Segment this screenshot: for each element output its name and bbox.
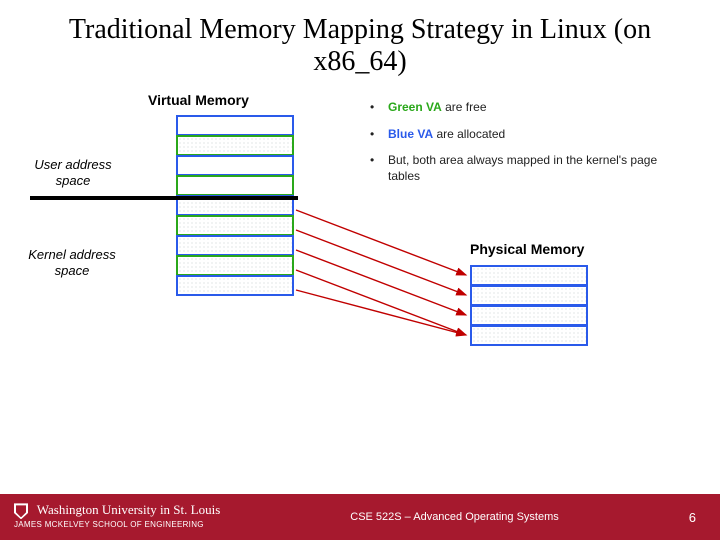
vm-row [176,175,294,196]
virtual-memory-label: Virtual Memory [148,92,249,108]
page-number: 6 [689,510,720,525]
pm-row [470,325,588,346]
vm-row [176,215,294,236]
diagram-area: Virtual Memory User address space Kernel… [0,84,720,464]
legend-bullets: Green VA are free Blue VA are allocated Bu… [370,99,680,194]
vm-row [176,135,294,156]
bullet-item: But, both area always mapped in the kern… [370,152,680,184]
pm-row [470,305,588,326]
footer-bar: Washington University in St. Louis JAMES… [0,494,720,540]
bullet-item: Blue VA are allocated [370,126,680,142]
pm-row [470,285,588,306]
school-name: JAMES MCKELVEY SCHOOL OF ENGINEERING [14,520,204,529]
slide-title: Traditional Memory Mapping Strategy in L… [0,0,720,84]
user-address-space-label: User address space [18,157,128,188]
vm-row [176,155,294,176]
vm-row [176,115,294,136]
physical-memory-label: Physical Memory [470,241,584,257]
course-label: CSE 522S – Advanced Operating Systems [220,511,689,523]
university-name: Washington University in St. Louis [37,502,220,517]
pm-row [470,265,588,286]
vm-row [176,235,294,256]
footer-branding: Washington University in St. Louis JAMES… [0,503,220,531]
user-kernel-divider [30,196,298,200]
vm-row [176,275,294,296]
bullet-item: Green VA are free [370,99,680,115]
kernel-address-space-label: Kernel address space [12,247,132,278]
shield-icon [14,503,28,519]
physical-memory-stack [470,266,588,346]
virtual-memory-stack [176,116,294,296]
vm-row [176,255,294,276]
